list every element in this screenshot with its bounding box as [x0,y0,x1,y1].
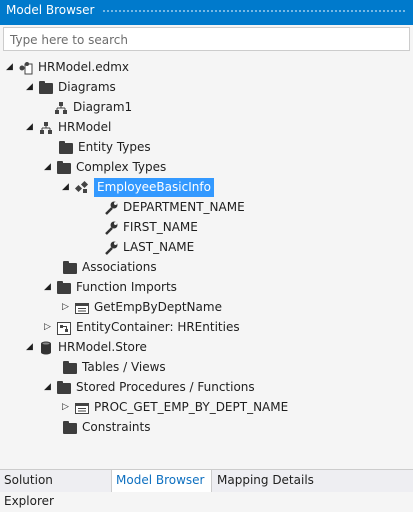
diagram-icon [55,101,67,114]
tree-item-hrmodel[interactable]: ◢ HRModel [26,118,111,137]
tree-item-label: Constraints [82,420,151,434]
window-title-bar: Model Browser [0,0,413,25]
tree-item-label: GetEmpByDeptName [94,300,222,314]
tree-item-label: HRModel [58,120,112,134]
collapse-arrow-icon[interactable]: ◢ [26,338,38,357]
complex-type-icon [74,180,89,193]
entity-container-icon [57,321,71,335]
tree-item-constraints[interactable]: Constraints [62,418,150,437]
stored-procedure-icon [75,402,89,414]
tree-item-get-emp-by-dept-name[interactable]: ▷ GetEmpByDeptName [62,298,222,317]
tree-item-label: Function Imports [76,280,177,294]
tree-item-entity-types[interactable]: Entity Types [58,138,151,157]
tree-item-label: Complex Types [76,160,167,174]
tree-item-department-name[interactable]: DEPARTMENT_NAME [103,198,245,217]
collapse-arrow-icon[interactable]: ◢ [26,118,38,137]
collapse-arrow-icon[interactable]: ◢ [6,58,18,77]
wrench-icon [105,221,118,235]
title-grip [102,9,407,14]
collapse-arrow-icon[interactable]: ◢ [44,278,56,297]
folder-icon [56,380,72,396]
tree-item-first-name[interactable]: FIRST_NAME [103,218,198,237]
model-icon [40,121,52,134]
tree-item-entity-container[interactable]: ▷ EntityContainer: HREntities [44,318,240,337]
tree-item-stored-procedures[interactable]: ◢ Stored Procedures / Functions [44,378,255,397]
tree-item-label: DEPARTMENT_NAME [123,200,245,214]
tree-item-label: Diagrams [58,80,116,94]
tree-item-label: EntityContainer: HREntities [76,320,240,334]
tree-item-employee-basic-info[interactable]: ◢ EmployeeBasicInfo [62,178,214,197]
wrench-icon [105,201,118,215]
folder-icon [58,140,74,156]
tree-item-complex-types[interactable]: ◢ Complex Types [44,158,166,177]
tree-item-label: PROC_GET_EMP_BY_DEPT_NAME [94,400,289,414]
tree-item-label: Stored Procedures / Functions [76,380,255,394]
collapse-arrow-icon[interactable]: ◢ [44,378,56,397]
model-tree: ◢ HRModel.edmx ◢ Diagrams Diagram1 ◢ HRM… [0,53,413,465]
tree-item-label: FIRST_NAME [123,220,198,234]
tree-item-label: EmployeeBasicInfo [94,178,214,197]
collapse-arrow-icon[interactable]: ◢ [26,78,38,97]
function-icon [75,302,89,314]
tree-item-label: Tables / Views [82,360,166,374]
folder-icon [56,160,72,176]
tree-item-function-imports[interactable]: ◢ Function Imports [44,278,177,297]
tree-item-tables-views[interactable]: Tables / Views [62,358,166,377]
tab-mapping-details[interactable]: Mapping Details [213,470,323,492]
search-input[interactable]: Type here to search [3,27,410,51]
folder-icon [56,280,72,296]
folder-icon [38,80,54,96]
tree-item-root[interactable]: ◢ HRModel.edmx [6,58,129,77]
tree-item-label: HRModel.Store [58,340,147,354]
tree-item-diagrams[interactable]: ◢ Diagrams [26,78,116,97]
tree-item-diagram1[interactable]: Diagram1 [53,98,132,117]
tree-item-label: Associations [82,260,157,274]
collapse-arrow-icon[interactable]: ◢ [44,158,56,177]
tree-item-label: HRModel.edmx [38,60,129,74]
folder-icon [62,420,78,436]
expand-arrow-icon[interactable]: ▷ [62,298,74,317]
expand-arrow-icon[interactable]: ▷ [44,318,56,337]
edmx-file-icon [19,61,33,74]
window-title: Model Browser [6,3,95,17]
folder-icon [62,360,78,376]
tree-item-proc-get-emp[interactable]: ▷ PROC_GET_EMP_BY_DEPT_NAME [62,398,288,417]
collapse-arrow-icon[interactable]: ◢ [62,178,74,197]
expand-arrow-icon[interactable]: ▷ [62,398,74,417]
tree-item-last-name[interactable]: LAST_NAME [103,238,194,257]
panel-tab-strip: Solution Explorer Model Browser Mapping … [0,469,413,508]
tree-item-label: LAST_NAME [123,240,195,254]
tree-item-label: Diagram1 [73,100,133,114]
database-icon [41,341,51,354]
tab-solution-explorer[interactable]: Solution Explorer [0,470,110,508]
folder-icon [62,260,78,276]
tree-item-store[interactable]: ◢ HRModel.Store [26,338,147,357]
tree-item-associations[interactable]: Associations [62,258,157,277]
wrench-icon [105,241,118,255]
tab-model-browser[interactable]: Model Browser [111,470,212,492]
search-placeholder: Type here to search [10,33,128,47]
tree-item-label: Entity Types [78,140,151,154]
